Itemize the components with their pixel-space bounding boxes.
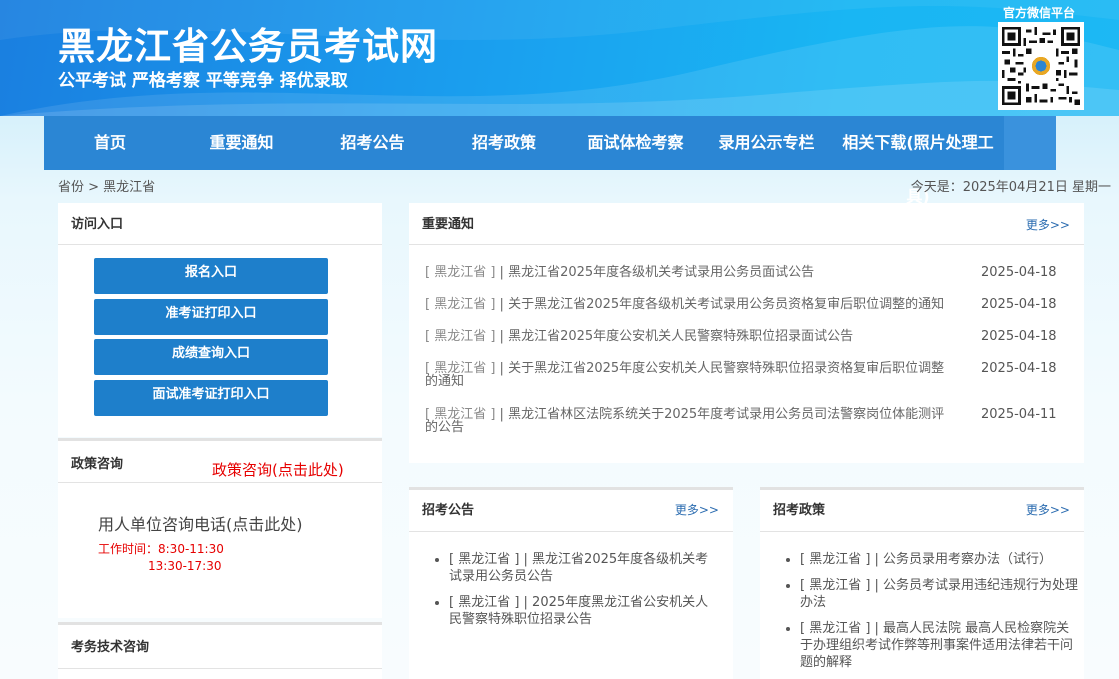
tech-consult-panel: 考务技术咨询 <box>58 622 382 679</box>
policy-item[interactable]: [ 黑龙江省 ] | 最高人民法院 最高人民检察院关于办理组织考试作弊等刑事案件… <box>800 620 1080 671</box>
nav-item-downloads[interactable]: 相关下载(照片处理工具) <box>832 116 1004 206</box>
policies-title: 招考政策 <box>773 503 826 518</box>
policy-consult-title: 政策咨询 <box>71 457 124 472</box>
notice-date: 2025-04-18 <box>981 329 1057 344</box>
notice-link[interactable]: [ 黑龙江省 ] | 关于黑龙江省2025年度公安机关人民警察特殊职位招录资格复… <box>425 362 950 388</box>
policy-consult-link[interactable]: 政策咨询(点击此处) <box>212 459 344 480</box>
announcement-item[interactable]: [ 黑龙江省 ] | 2025年度黑龙江省公安机关人民警察特殊职位招录公告 <box>449 594 719 628</box>
notice-link[interactable]: [ 黑龙江省 ] | 黑龙江省2025年度公安机关人民警察特殊职位招录面试公告 <box>425 330 950 343</box>
announcement-item[interactable]: [ 黑龙江省 ] | 黑龙江省2025年度各级机关考试录用公务员公告 <box>449 551 719 585</box>
nav-item-home[interactable]: 首页 <box>44 116 176 170</box>
nav-item-interview[interactable]: 面试体检考察 <box>570 116 701 170</box>
notice-date: 2025-04-11 <box>981 407 1057 422</box>
notice-date: 2025-04-18 <box>981 265 1057 280</box>
tech-consult-header: 考务技术咨询 <box>58 625 382 669</box>
notices-panel: 重要通知 更多>> [ 黑龙江省 ] | 黑龙江省2025年度各级机关考试录用公… <box>409 203 1084 463</box>
nav-item-announcements[interactable]: 招考公告 <box>307 116 438 170</box>
announcements-list: [ 黑龙江省 ] | 黑龙江省2025年度各级机关考试录用公务员公告 [ 黑龙江… <box>449 551 719 637</box>
notices-more-link[interactable]: 更多>> <box>1026 216 1070 233</box>
policy-consult-header: 政策咨询 政策咨询(点击此处) <box>58 441 382 483</box>
qr-code-icon <box>998 22 1084 110</box>
notice-item: [ 黑龙江省 ] | 关于黑龙江省2025年度公安机关人民警察特殊职位招录资格复… <box>425 362 1065 388</box>
site-slogan: 公平考试 严格考察 平等竞争 择优录取 <box>58 71 348 91</box>
access-panel: 访问入口 报名入口 准考证打印入口 成绩查询入口 面试准考证打印入口 <box>58 203 382 437</box>
notice-date: 2025-04-18 <box>981 297 1057 312</box>
notice-date: 2025-04-18 <box>981 361 1057 376</box>
employer-phone-link[interactable]: 用人单位咨询电话(点击此处) <box>98 511 303 535</box>
nav-spacer <box>1004 116 1056 170</box>
work-hours: 工作时间：8:30-11:30 13:30-17:30 <box>98 541 224 575</box>
notice-link[interactable]: [ 黑龙江省 ] | 黑龙江省林区法院系统关于2025年度考试录用公务员司法警察… <box>425 408 950 434</box>
wechat-label: 官方微信平台 <box>1002 6 1075 20</box>
site-title: 黑龙江省公务员考试网 <box>58 25 438 68</box>
policy-item[interactable]: [ 黑龙江省 ] | 公务员录用考察办法（试行） <box>800 551 1080 568</box>
policy-item[interactable]: [ 黑龙江省 ] | 公务员考试录用违纪违规行为处理办法 <box>800 577 1080 611</box>
notices-title: 重要通知 <box>422 217 475 232</box>
main-nav: 首页 重要通知 招考公告 招考政策 面试体检考察 录用公示专栏 相关下载(照片处… <box>44 116 1056 206</box>
policies-list: [ 黑龙江省 ] | 公务员录用考察办法（试行） [ 黑龙江省 ] | 公务员考… <box>800 551 1080 679</box>
announcements-panel: 招考公告 更多>> [ 黑龙江省 ] | 黑龙江省2025年度各级机关考试录用公… <box>409 487 733 679</box>
nav-item-publicity[interactable]: 录用公示专栏 <box>701 116 832 170</box>
announcements-more-link[interactable]: 更多>> <box>675 501 719 518</box>
policies-more-link[interactable]: 更多>> <box>1026 501 1070 518</box>
notice-item: [ 黑龙江省 ] | 黑龙江省2025年度各级机关考试录用公务员面试公告 202… <box>425 266 1065 279</box>
interview-ticket-print-button[interactable]: 面试准考证打印入口 <box>94 380 328 416</box>
policies-panel: 招考政策 更多>> [ 黑龙江省 ] | 公务员录用考察办法（试行） [ 黑龙江… <box>760 487 1084 679</box>
notice-link[interactable]: [ 黑龙江省 ] | 黑龙江省2025年度各级机关考试录用公务员面试公告 <box>425 266 950 279</box>
tech-consult-title: 考务技术咨询 <box>71 640 150 655</box>
announcements-title: 招考公告 <box>422 503 475 518</box>
notices-header: 重要通知 更多>> <box>409 203 1084 245</box>
nav-item-notices[interactable]: 重要通知 <box>176 116 307 170</box>
registration-entry-button[interactable]: 报名入口 <box>94 258 328 294</box>
admission-ticket-print-button[interactable]: 准考证打印入口 <box>94 299 328 335</box>
notice-item: [ 黑龙江省 ] | 黑龙江省林区法院系统关于2025年度考试录用公务员司法警察… <box>425 408 1065 434</box>
notice-item: [ 黑龙江省 ] | 黑龙江省2025年度公安机关人民警察特殊职位招录面试公告 … <box>425 330 1065 343</box>
access-panel-title: 访问入口 <box>71 217 124 232</box>
score-query-button[interactable]: 成绩查询入口 <box>94 339 328 375</box>
policies-header: 招考政策 更多>> <box>760 490 1084 532</box>
breadcrumb: 省份 > 黑龙江省 <box>58 180 156 195</box>
nav-item-policies[interactable]: 招考政策 <box>438 116 570 170</box>
today-date: 今天是：2025年04月21日 星期一 <box>910 180 1111 195</box>
announcements-header: 招考公告 更多>> <box>409 490 733 532</box>
access-panel-header: 访问入口 <box>58 203 382 245</box>
site-header: 黑龙江省公务员考试网 公平考试 严格考察 平等竞争 择优录取 官方微信平台 <box>0 0 1119 116</box>
work-hours-line-1: 工作时间：8:30-11:30 <box>98 542 224 556</box>
policy-consult-panel: 政策咨询 政策咨询(点击此处) 用人单位咨询电话(点击此处) 工作时间：8:30… <box>58 438 382 618</box>
work-hours-line-2: 13:30-17:30 <box>148 559 222 573</box>
notice-link[interactable]: [ 黑龙江省 ] | 关于黑龙江省2025年度各级机关考试录用公务员资格复审后职… <box>425 298 950 311</box>
notice-item: [ 黑龙江省 ] | 关于黑龙江省2025年度各级机关考试录用公务员资格复审后职… <box>425 298 1065 311</box>
